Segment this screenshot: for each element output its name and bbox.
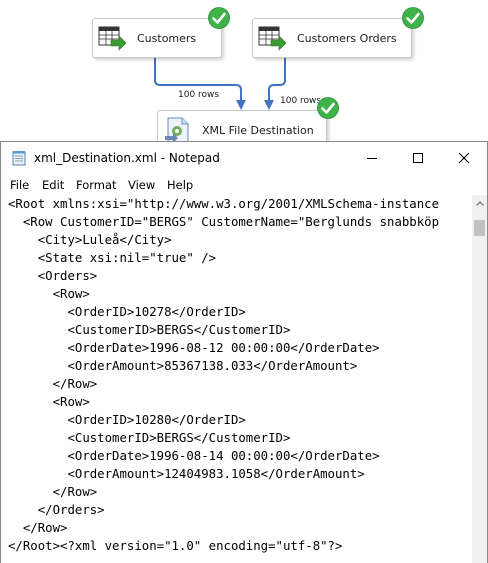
success-check-icon xyxy=(317,97,339,119)
vertical-scrollbar[interactable] xyxy=(472,195,487,563)
code-line: <CustomerID>BERGS</CustomerID> xyxy=(8,431,291,445)
customers-orders-source-node[interactable]: Customers Orders xyxy=(252,18,412,58)
code-line: </Row> xyxy=(8,521,68,535)
code-line: <OrderID>10278</OrderID> xyxy=(8,305,246,319)
notepad-app-icon xyxy=(12,151,26,166)
code-line: <OrderAmount>85367138.033</OrderAmount> xyxy=(8,359,358,373)
table-source-icon xyxy=(98,26,127,51)
maximize-button[interactable] xyxy=(395,142,441,174)
notepad-window: xml_Destination.xml - Notepad File Edit … xyxy=(0,141,488,563)
code-line: <Orders> xyxy=(8,269,98,283)
code-line: <OrderID>10280</OrderID> xyxy=(8,413,246,427)
code-line: </Row> xyxy=(8,485,98,499)
code-line: <City>Luleå</City> xyxy=(8,233,172,247)
maximize-icon xyxy=(413,153,423,163)
window-title: xml_Destination.xml - Notepad xyxy=(34,151,220,165)
close-button[interactable] xyxy=(441,142,487,174)
success-check-icon xyxy=(402,7,424,29)
arrowhead xyxy=(236,100,246,110)
code-line: <Row CustomerID="BERGS" CustomerName="Be… xyxy=(8,215,440,229)
node-label: Customers Orders xyxy=(297,31,397,45)
menu-format[interactable]: Format xyxy=(76,178,117,192)
code-line: <CustomerID>BERGS</CustomerID> xyxy=(8,323,291,337)
title-bar[interactable]: xml_Destination.xml - Notepad xyxy=(1,142,487,174)
code-line: </Row> xyxy=(8,377,98,391)
code-line: <State xsi:nil="true" /> xyxy=(8,251,217,265)
data-flow-canvas: 100 rows 100 rows Customers Customers Or… xyxy=(0,0,488,150)
success-check-icon xyxy=(208,7,230,29)
xml-file-icon xyxy=(165,117,189,144)
close-icon xyxy=(458,152,470,164)
table-source-icon xyxy=(258,26,287,51)
menu-edit[interactable]: Edit xyxy=(42,178,64,192)
code-line: <Row> xyxy=(8,287,90,301)
code-line: </Orders> xyxy=(8,503,105,517)
code-line: <OrderDate>1996-08-12 00:00:00</OrderDat… xyxy=(8,341,380,355)
node-label: Customers xyxy=(137,31,197,45)
customers-source-node[interactable]: Customers xyxy=(92,18,222,58)
chevron-up-icon xyxy=(475,201,484,206)
minimize-icon xyxy=(367,158,377,159)
scroll-up-button[interactable] xyxy=(472,195,487,212)
path-row-count: 100 rows xyxy=(280,96,322,106)
scroll-thumb[interactable] xyxy=(474,220,485,236)
menu-view[interactable]: View xyxy=(128,178,155,192)
menu-help[interactable]: Help xyxy=(167,178,193,192)
menu-file[interactable]: File xyxy=(10,178,29,192)
code-line: <Root xmlns:xsi="http://www.w3.org/2001/… xyxy=(8,197,440,211)
code-line: <Row> xyxy=(8,395,90,409)
arrowhead xyxy=(264,100,274,110)
text-editor-area[interactable]: <Root xmlns:xsi="http://www.w3.org/2001/… xyxy=(1,195,473,563)
code-line: <OrderAmount>12404983.1058</OrderAmount> xyxy=(8,467,365,481)
code-line: </Root><?xml version="1.0" encoding="utf… xyxy=(8,539,343,553)
menu-bar: File Edit Format View Help xyxy=(1,175,487,195)
minimize-button[interactable] xyxy=(349,142,395,174)
node-label: XML File Destination xyxy=(202,123,314,137)
code-line: <OrderDate>1996-08-14 00:00:00</OrderDat… xyxy=(8,449,380,463)
path-row-count: 100 rows xyxy=(178,90,220,100)
